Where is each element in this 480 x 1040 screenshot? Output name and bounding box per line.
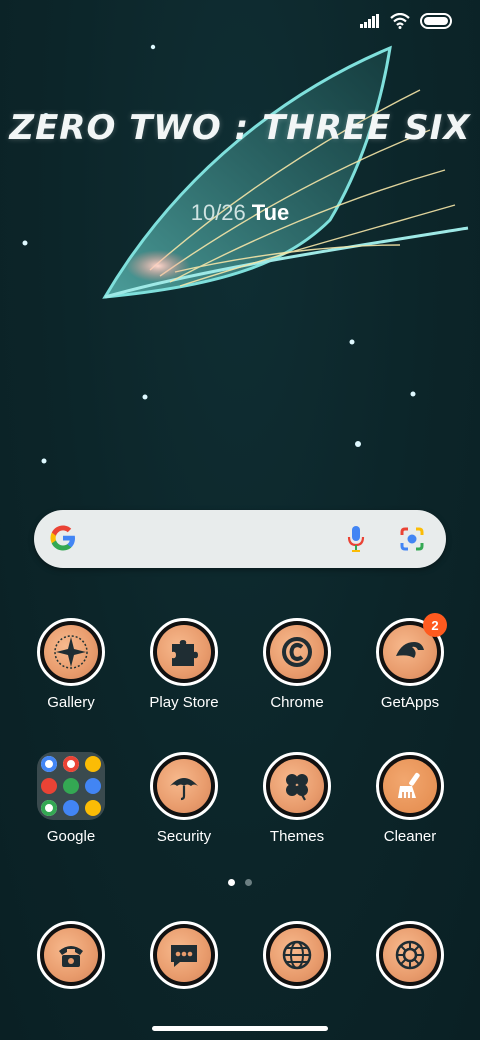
app-chrome[interactable]: Chrome [241, 618, 353, 711]
weekday-text: Tue [251, 200, 290, 225]
clock-widget-text[interactable]: ZERO TWO : THREE SIX [0, 108, 480, 148]
puzzle-icon [172, 640, 198, 666]
mic-icon[interactable] [346, 524, 366, 554]
app-label: Cleaner [383, 828, 437, 845]
dock-browser[interactable] [241, 921, 353, 989]
status-bar [360, 10, 452, 32]
page-dot-active[interactable] [228, 879, 235, 886]
notification-badge: 2 [423, 613, 447, 637]
folder-google[interactable]: Google [15, 752, 127, 845]
app-themes[interactable]: Themes [241, 752, 353, 845]
globe-icon [282, 940, 312, 970]
google-search-bar[interactable] [34, 510, 446, 568]
wallpaper [22, 44, 469, 464]
phone-icon [59, 946, 83, 967]
app-label: Themes [269, 828, 325, 845]
app-label: Security [156, 828, 212, 845]
bird-icon [396, 642, 424, 658]
folder-icon [37, 752, 105, 820]
message-icon [171, 945, 197, 967]
umbrella-icon [170, 778, 198, 801]
dock-messages[interactable] [128, 921, 240, 989]
page-dot[interactable] [245, 879, 252, 886]
compass-icon [54, 635, 88, 669]
copyright-icon [282, 637, 312, 667]
app-security[interactable]: Security [128, 752, 240, 845]
page-indicator[interactable] [0, 879, 480, 886]
app-gallery[interactable]: Gallery [15, 618, 127, 711]
camera-aperture-icon [395, 940, 425, 970]
app-getapps[interactable]: 2 GetApps [354, 613, 466, 711]
lens-icon[interactable] [398, 525, 426, 553]
broom-icon [398, 772, 420, 798]
app-label: Play Store [149, 694, 219, 711]
app-label: GetApps [380, 694, 440, 711]
home-gesture-bar[interactable] [152, 1026, 328, 1031]
app-cleaner[interactable]: Cleaner [354, 752, 466, 845]
dock-phone[interactable] [15, 921, 127, 989]
app-play-store[interactable]: Play Store [128, 618, 240, 711]
google-g-icon [50, 525, 75, 551]
dock-camera[interactable] [354, 921, 466, 989]
date-text: 10/26 [190, 200, 246, 225]
wifi-icon [390, 13, 410, 29]
clover-icon [286, 774, 308, 801]
signal-icon [360, 14, 379, 28]
app-label: Chrome [270, 694, 324, 711]
date-widget[interactable]: 10/26 Tue [0, 200, 480, 226]
app-label: Gallery [47, 694, 95, 711]
battery-icon [420, 13, 452, 29]
app-label: Google [46, 828, 96, 845]
